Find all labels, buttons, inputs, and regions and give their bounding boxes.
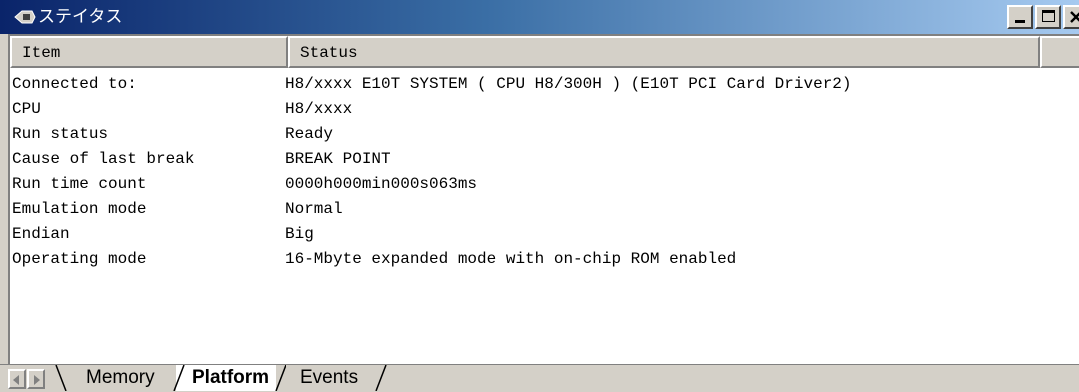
- tab-scroll-right-button[interactable]: [27, 369, 45, 389]
- row-status-value: H8/xxxx E10T SYSTEM ( CPU H8/300H ) (E10…: [285, 75, 852, 93]
- tab-scroll-left-button[interactable]: [8, 369, 26, 389]
- column-header-status[interactable]: Status: [288, 36, 1040, 68]
- row-item-label: Operating mode: [12, 250, 147, 268]
- arrow-right-icon: [34, 375, 40, 385]
- minimize-icon: [1015, 20, 1025, 23]
- column-header-row: Item Status: [10, 36, 1079, 68]
- tab-divider: [375, 365, 387, 391]
- tab-memory-label: Memory: [86, 367, 155, 388]
- table-row[interactable]: CPU H8/xxxx: [10, 97, 1079, 122]
- tab-platform[interactable]: Platform: [176, 365, 276, 391]
- status-window: ステイタス Item Status Connected to: H8/xxxx …: [0, 0, 1079, 392]
- row-item-label: Connected to:: [12, 75, 137, 93]
- row-status-value: 16-Mbyte expanded mode with on-chip ROM …: [285, 250, 737, 268]
- table-row[interactable]: Endian Big: [10, 222, 1079, 247]
- maximize-icon: [1042, 10, 1055, 22]
- arrow-left-icon: [13, 375, 19, 385]
- row-status-value: Big: [285, 225, 314, 243]
- column-header-filler: [1040, 36, 1079, 68]
- tab-divider: [55, 365, 67, 391]
- row-item-label: Cause of last break: [12, 150, 195, 168]
- row-item-label: Run status: [12, 125, 109, 143]
- tab-divider: [173, 365, 185, 391]
- close-button[interactable]: [1063, 5, 1079, 29]
- title-bar[interactable]: ステイタス: [0, 0, 1079, 34]
- row-item-label: CPU: [12, 100, 41, 118]
- cpu-chip-icon: [14, 10, 36, 24]
- table-row[interactable]: Operating mode 16-Mbyte expanded mode wi…: [10, 247, 1079, 272]
- tab-memory[interactable]: Memory: [52, 365, 176, 391]
- table-row[interactable]: Connected to: H8/xxxx E10T SYSTEM ( CPU …: [10, 72, 1079, 97]
- row-status-value: Ready: [285, 125, 334, 143]
- row-status-value: H8/xxxx: [285, 100, 353, 118]
- table-row[interactable]: Run time count 0000h000min000s063ms: [10, 172, 1079, 197]
- row-item-label: Emulation mode: [12, 200, 147, 218]
- status-rows: Connected to: H8/xxxx E10T SYSTEM ( CPU …: [10, 72, 1079, 272]
- sheet-tab-bar: Memory Platform Events: [0, 364, 1079, 392]
- row-status-value: BREAK POINT: [285, 150, 391, 168]
- row-status-value: Normal: [285, 200, 343, 218]
- status-list[interactable]: Item Status Connected to: H8/xxxx E10T S…: [8, 34, 1079, 364]
- row-status-value: 0000h000min000s063ms: [285, 175, 478, 193]
- maximize-button[interactable]: [1035, 5, 1061, 29]
- minimize-button[interactable]: [1007, 5, 1033, 29]
- table-row[interactable]: Emulation mode Normal: [10, 197, 1079, 222]
- table-row[interactable]: Cause of last break BREAK POINT: [10, 147, 1079, 172]
- window-title: ステイタス: [38, 7, 123, 27]
- row-item-label: Run time count: [12, 175, 147, 193]
- tab-events[interactable]: Events: [286, 365, 386, 391]
- row-item-label: Endian: [12, 225, 70, 243]
- tab-events-label: Events: [300, 367, 359, 388]
- tab-platform-label: Platform: [192, 367, 270, 388]
- close-icon: [1070, 11, 1079, 23]
- table-row[interactable]: Run status Ready: [10, 122, 1079, 147]
- column-header-item[interactable]: Item: [10, 36, 288, 68]
